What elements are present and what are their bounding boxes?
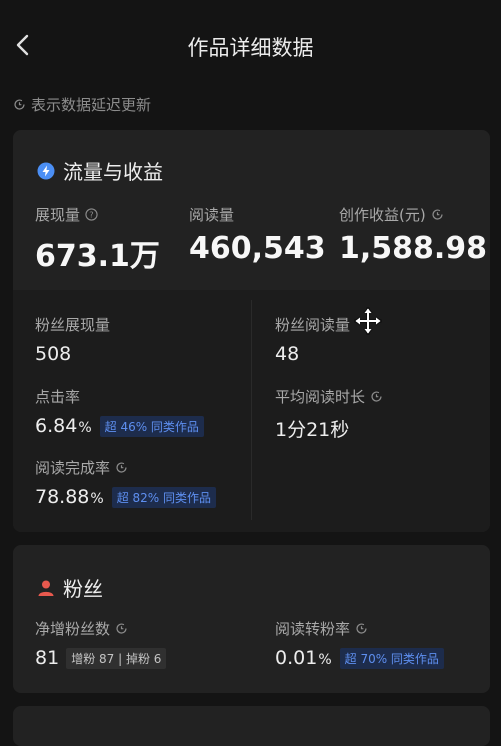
traffic-section-title: 流量与收益 bbox=[63, 160, 163, 184]
reads-value: 460,543 bbox=[189, 231, 326, 266]
conversion-metric[interactable]: 阅读转粉率 0.01% 超 70% 同类作品 bbox=[275, 618, 444, 669]
avg-read-time-metric[interactable]: 平均阅读时长 1分21秒 bbox=[275, 386, 383, 442]
conversion-label: 阅读转粉率 bbox=[275, 620, 351, 638]
fan-reads-value: 48 bbox=[275, 343, 300, 365]
net-fans-label: 净增粉丝数 bbox=[35, 620, 111, 638]
conversion-unit: % bbox=[318, 652, 332, 668]
fan-gain-badge: 增粉 87 | 掉粉 6 bbox=[66, 647, 167, 669]
fan-reads-label: 粉丝阅读量 bbox=[275, 316, 351, 334]
net-fans-value: 81 bbox=[35, 647, 60, 669]
traffic-card: 流量与收益 展现量 ? 673.1万 阅读量 460,543 创作收益(元) 1… bbox=[13, 130, 490, 532]
next-card bbox=[13, 706, 490, 746]
completion-rank-badge: 超 82% 同类作品 bbox=[111, 486, 217, 508]
completion-value: 78.88 bbox=[35, 486, 90, 508]
impressions-label: 展现量 bbox=[35, 206, 81, 224]
avg-read-time-value: 1分21秒 bbox=[275, 419, 350, 441]
net-fans-metric[interactable]: 净增粉丝数 81 增粉 87 | 掉粉 6 bbox=[35, 618, 167, 669]
lightning-icon bbox=[37, 162, 55, 179]
page-title: 作品详细数据 bbox=[187, 36, 314, 60]
conversion-value: 0.01 bbox=[275, 647, 318, 669]
clock-refresh-icon bbox=[116, 462, 127, 473]
income-value: 1,588.98 bbox=[339, 231, 488, 266]
fans-section-title: 粉丝 bbox=[63, 577, 103, 601]
impressions-value: 673.1万 bbox=[35, 239, 160, 274]
delay-notice: 表示数据延迟更新 bbox=[13, 93, 151, 115]
ctr-value: 6.84 bbox=[35, 415, 78, 437]
fan-loss-text: 掉粉 6 bbox=[125, 651, 162, 666]
reads-label: 阅读量 bbox=[189, 206, 235, 224]
completion-label: 阅读完成率 bbox=[35, 459, 111, 477]
fan-gain-text: 增粉 87 bbox=[71, 651, 115, 666]
ctr-metric[interactable]: 点击率 6.84% 超 46% 同类作品 bbox=[35, 386, 204, 437]
ctr-rank-badge: 超 46% 同类作品 bbox=[99, 415, 204, 437]
completion-unit: % bbox=[90, 491, 104, 507]
impressions-metric[interactable]: 展现量 ? 673.1万 bbox=[35, 204, 160, 275]
fan-impressions-value: 508 bbox=[35, 343, 72, 365]
clock-refresh-icon bbox=[432, 209, 443, 220]
header: 作品详细数据 bbox=[0, 0, 501, 90]
income-label: 创作收益(元) bbox=[339, 206, 426, 224]
ctr-unit: % bbox=[78, 420, 92, 436]
help-circle-icon[interactable]: ? bbox=[85, 208, 98, 221]
fan-reads-metric[interactable]: 粉丝阅读量 48 bbox=[275, 314, 350, 365]
fan-impressions-metric[interactable]: 粉丝展现量 508 bbox=[35, 314, 110, 365]
ctr-label: 点击率 bbox=[35, 388, 81, 406]
traffic-section-header: 流量与收益 bbox=[37, 156, 163, 185]
clock-refresh-icon bbox=[371, 391, 382, 402]
person-icon bbox=[38, 580, 54, 596]
conversion-rank-badge: 超 70% 同类作品 bbox=[339, 647, 444, 669]
delay-notice-text: 表示数据延迟更新 bbox=[31, 95, 152, 114]
svg-text:?: ? bbox=[89, 209, 93, 219]
fans-card: 粉丝 净增粉丝数 81 增粉 87 | 掉粉 6 阅读转粉率 0.01% 超 7… bbox=[13, 545, 490, 693]
clock-refresh-icon bbox=[116, 623, 127, 634]
avg-read-time-label: 平均阅读时长 bbox=[275, 388, 366, 406]
move-cursor-icon bbox=[354, 307, 382, 335]
reads-metric[interactable]: 阅读量 460,543 bbox=[189, 204, 326, 266]
completion-metric[interactable]: 阅读完成率 78.88% 超 82% 同类作品 bbox=[35, 457, 217, 508]
fans-section-header: 粉丝 bbox=[37, 573, 103, 602]
fan-impressions-label: 粉丝展现量 bbox=[35, 316, 111, 334]
panel-divider bbox=[251, 300, 252, 520]
clock-refresh-icon bbox=[356, 623, 367, 634]
income-metric[interactable]: 创作收益(元) 1,588.98 bbox=[339, 204, 487, 266]
clock-refresh-icon bbox=[14, 99, 25, 110]
